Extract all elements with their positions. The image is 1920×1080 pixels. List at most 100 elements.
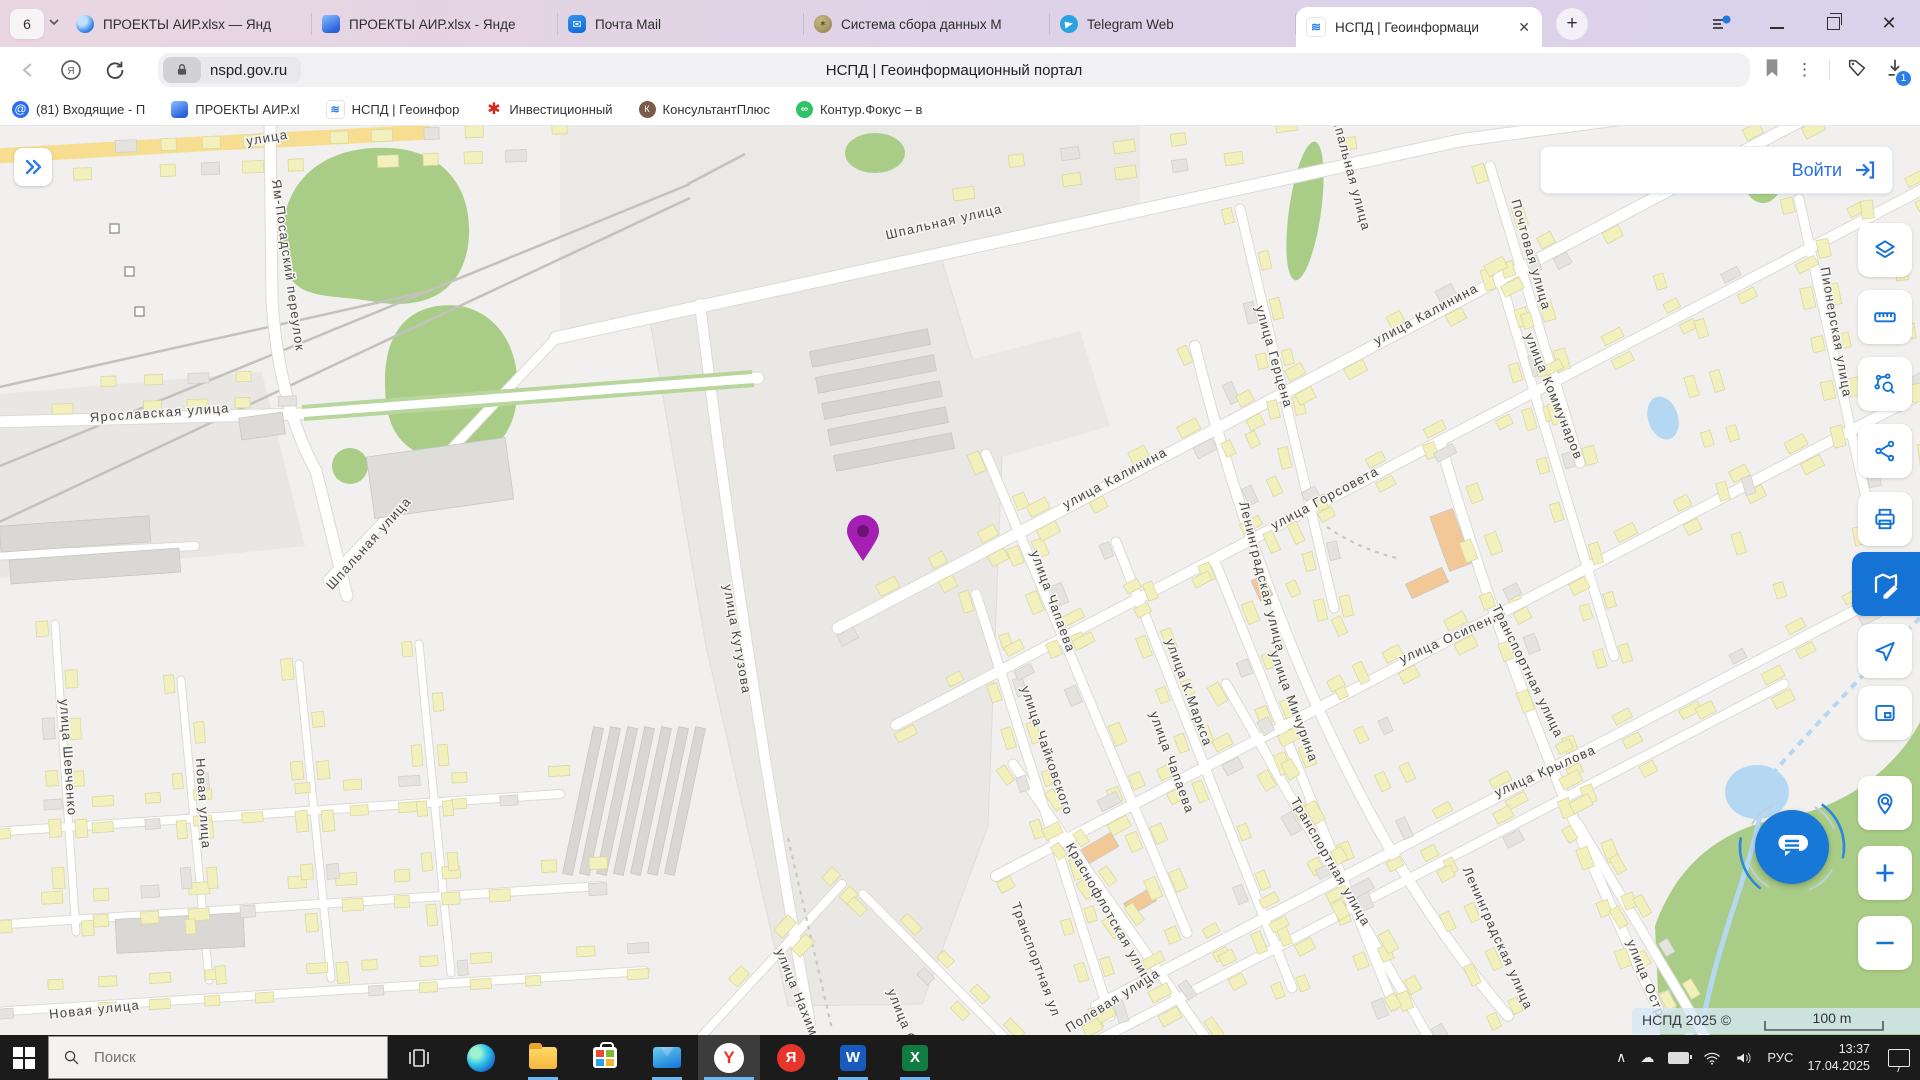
window-controls: ✕	[1710, 0, 1920, 47]
bookmark-consultant[interactable]: ККонсультантПлюс	[639, 101, 770, 118]
chat-bubble-icon	[1772, 827, 1812, 867]
red-asterisk-icon: ✱	[485, 101, 502, 118]
system-tray: ∧ ☁ РУС 13:37 17.04.2025	[1616, 1035, 1920, 1080]
kontur-icon: ∞	[796, 101, 813, 118]
time: 13:37	[1839, 1042, 1870, 1056]
back-icon[interactable]	[14, 55, 44, 85]
tray-chevron-icon[interactable]: ∧	[1616, 1049, 1626, 1066]
ruler-button[interactable]	[1858, 290, 1912, 344]
start-button[interactable]	[0, 1035, 48, 1080]
login-button[interactable]: Войти	[1792, 160, 1842, 181]
tab-projects-2[interactable]: ПРОЕКТЫ АИР.xlsx - Янде	[312, 1, 558, 47]
download-count-badge: 1	[1894, 69, 1913, 88]
more-menu-icon[interactable]: ⋮	[1796, 60, 1813, 80]
tab-data-system[interactable]: ✶ Система сбора данных М	[804, 1, 1050, 47]
map-canvas[interactable]: улицаЯм-Посадский переулокЯрославская ул…	[0, 126, 1920, 1035]
tab-mail[interactable]: ✉ Почта Mail	[558, 1, 804, 47]
maximize-button[interactable]	[1822, 13, 1844, 35]
volume-icon[interactable]	[1735, 1050, 1753, 1066]
mail-app-icon[interactable]	[636, 1035, 698, 1080]
map-render: улицаЯм-Посадский переулокЯрославская ул…	[0, 126, 1920, 1035]
tab-panel-icon[interactable]	[1710, 13, 1732, 35]
wifi-icon[interactable]	[1703, 1051, 1721, 1065]
map-footer: НСПД 2025 © 100 m	[1632, 1008, 1920, 1034]
sidebar-expand-button[interactable]	[14, 148, 52, 186]
desktop: 6 ПРОЕКТЫ АИР.xlsx — Янд ПРОЕКТЫ АИР.xls…	[0, 0, 1920, 1080]
yandex-browser-icon[interactable]: Y	[698, 1035, 760, 1080]
login-panel[interactable]: Войти	[1540, 146, 1893, 194]
file-explorer-icon[interactable]	[512, 1035, 574, 1080]
url-text: nspd.gov.ru	[210, 62, 287, 79]
mail-favicon: ✉	[568, 15, 586, 33]
bookmark-nspd[interactable]: ≋ НСПД | Геоинфор	[326, 100, 460, 119]
tab-label: ПРОЕКТЫ АИР.xlsx — Янд	[103, 17, 302, 32]
url-chip[interactable]: nspd.gov.ru	[163, 57, 301, 83]
bookmark-projects[interactable]: ПРОЕКТЫ АИР.xl	[171, 101, 299, 118]
edge-icon[interactable]	[450, 1035, 512, 1080]
clock[interactable]: 13:37 17.04.2025	[1807, 1041, 1870, 1074]
downloads-icon[interactable]: 1	[1884, 57, 1906, 84]
tab-telegram[interactable]: Telegram Web	[1050, 1, 1296, 47]
nspd-favicon: ≋	[1306, 17, 1326, 37]
tab-projects-1[interactable]: ПРОЕКТЫ АИР.xlsx — Янд	[66, 1, 312, 47]
attribution: НСПД 2025 ©	[1642, 1012, 1731, 1028]
layers-button[interactable]	[1858, 223, 1912, 277]
tab-label: ПРОЕКТЫ АИР.xlsx - Янде	[349, 17, 548, 32]
yandex-home-icon[interactable]: Я	[56, 55, 86, 85]
taskbar-search[interactable]	[48, 1036, 388, 1079]
collections-tag-icon[interactable]	[1846, 57, 1868, 84]
consultant-icon: К	[639, 101, 656, 118]
bookmark-invest[interactable]: ✱Инвестиционный	[485, 101, 612, 118]
tab-nspd-active[interactable]: ≋ НСПД | Геоинформаци ✕	[1296, 7, 1542, 47]
minimize-button[interactable]	[1766, 13, 1788, 35]
windows-logo-icon	[13, 1047, 35, 1069]
onedrive-icon[interactable]: ☁	[1640, 1049, 1654, 1066]
language-indicator[interactable]: РУС	[1767, 1050, 1793, 1065]
telegram-favicon	[1060, 15, 1078, 33]
chat-button[interactable]	[1755, 810, 1829, 884]
divider	[1829, 60, 1830, 80]
spreadsheet-favicon	[76, 15, 94, 33]
tab-label: НСПД | Геоинформаци	[1335, 20, 1512, 35]
print-button[interactable]	[1858, 492, 1912, 546]
yandex-app-icon[interactable]: Я	[760, 1035, 822, 1080]
bookmark-label: НСПД | Геоинфор	[352, 102, 460, 117]
battery-icon[interactable]	[1668, 1052, 1689, 1064]
tab-list-chevron-icon[interactable]	[48, 15, 60, 33]
browser-tab-bar: 6 ПРОЕКТЫ АИР.xlsx — Янд ПРОЕКТЫ АИР.xls…	[0, 0, 1920, 47]
address-bar-actions: ⋮ 1	[1764, 54, 1906, 86]
bookmark-label: (81) Входящие - П	[36, 102, 145, 117]
nspd-icon: ≋	[326, 100, 345, 119]
omnibox[interactable]: nspd.gov.ru НСПД | Геоинформационный пор…	[158, 53, 1750, 87]
store-icon[interactable]	[574, 1035, 636, 1080]
search-input[interactable]	[92, 1048, 346, 1067]
svg-text:Я: Я	[67, 66, 74, 77]
zoom-in-button[interactable]	[1858, 846, 1912, 900]
new-tab-button[interactable]: +	[1556, 8, 1588, 40]
tab-counter[interactable]: 6	[10, 9, 44, 39]
share-button[interactable]	[1858, 424, 1912, 478]
bookmark-flag-icon[interactable]	[1764, 58, 1780, 83]
document-favicon	[322, 15, 340, 33]
overview-frame-button[interactable]	[1858, 686, 1912, 740]
coat-of-arms-favicon: ✶	[814, 15, 832, 33]
search-pin-button[interactable]	[1858, 776, 1912, 830]
bookmark-label: Контур.Фокус – в	[820, 102, 922, 117]
task-view-button[interactable]	[388, 1035, 450, 1080]
cube-icon	[171, 101, 188, 118]
excel-icon[interactable]: X	[884, 1035, 946, 1080]
windows-taskbar: Y Я W X ∧ ☁ РУС 13:37 17.04.2025	[0, 1035, 1920, 1080]
action-center-icon[interactable]	[1888, 1049, 1910, 1067]
word-icon[interactable]: W	[822, 1035, 884, 1080]
close-button[interactable]: ✕	[1878, 13, 1900, 35]
navigate-button[interactable]	[1858, 624, 1912, 678]
draw-layers-button[interactable]	[1852, 552, 1920, 616]
date: 17.04.2025	[1807, 1059, 1870, 1073]
zoom-out-button[interactable]	[1858, 916, 1912, 970]
reload-icon[interactable]	[100, 55, 130, 85]
bookmark-mailru[interactable]: @(81) Входящие - П	[12, 101, 145, 118]
tab-close-icon[interactable]: ✕	[1516, 19, 1532, 36]
object-search-button[interactable]	[1858, 357, 1912, 411]
lock-icon[interactable]	[163, 57, 201, 83]
bookmark-kontur[interactable]: ∞ Контур.Фокус – в	[796, 101, 922, 118]
